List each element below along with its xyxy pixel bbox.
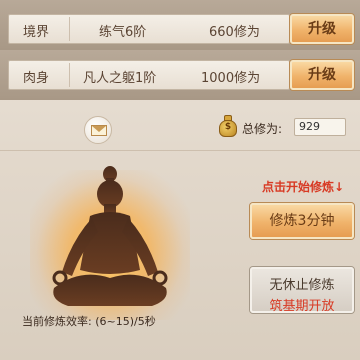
body-row: 肉身 凡人之躯1阶 1000修为 (8, 60, 290, 90)
total-cultivation-label: 总修为: (242, 122, 283, 136)
body-label: 肉身 (23, 71, 50, 86)
body-stage: 凡人之躯1阶 (83, 71, 157, 86)
realm-stage: 练气6阶 (99, 25, 147, 40)
endless-cultivation-label: 无休止修炼 (269, 278, 335, 293)
row-divider (69, 17, 70, 41)
total-cultivation-value: 929 (294, 118, 346, 136)
body-upgrade-button[interactable]: 升级 (290, 60, 354, 90)
body-cost: 1000修为 (201, 71, 261, 86)
meditating-figure (20, 160, 200, 320)
row-divider (69, 63, 70, 87)
cultivate-3min-button[interactable]: 修炼3分钟 (250, 203, 354, 239)
endless-cultivation-button[interactable]: 无休止修炼 筑基期开放 (250, 267, 354, 314)
realm-label: 境界 (23, 25, 50, 40)
mail-icon[interactable] (84, 116, 112, 144)
start-cultivation-hint: 点击开始修炼↓ (262, 180, 345, 194)
unlock-condition-label: 筑基期开放 (269, 299, 335, 314)
money-bag-icon: $ (218, 114, 238, 138)
cultivation-rate-text: 当前修炼效率: (6~15)/5秒 (22, 315, 156, 328)
realm-upgrade-button[interactable]: 升级 (290, 14, 354, 44)
realm-row: 境界 练气6阶 660修为 (8, 14, 290, 44)
cultivation-panel: 境界 练气6阶 660修为 升级 肉身 凡人之躯1阶 1000修为 升级 $ 总… (0, 0, 360, 360)
realm-cost: 660修为 (209, 25, 260, 40)
section-divider (0, 150, 360, 151)
meditating-figure-icon (52, 166, 168, 306)
